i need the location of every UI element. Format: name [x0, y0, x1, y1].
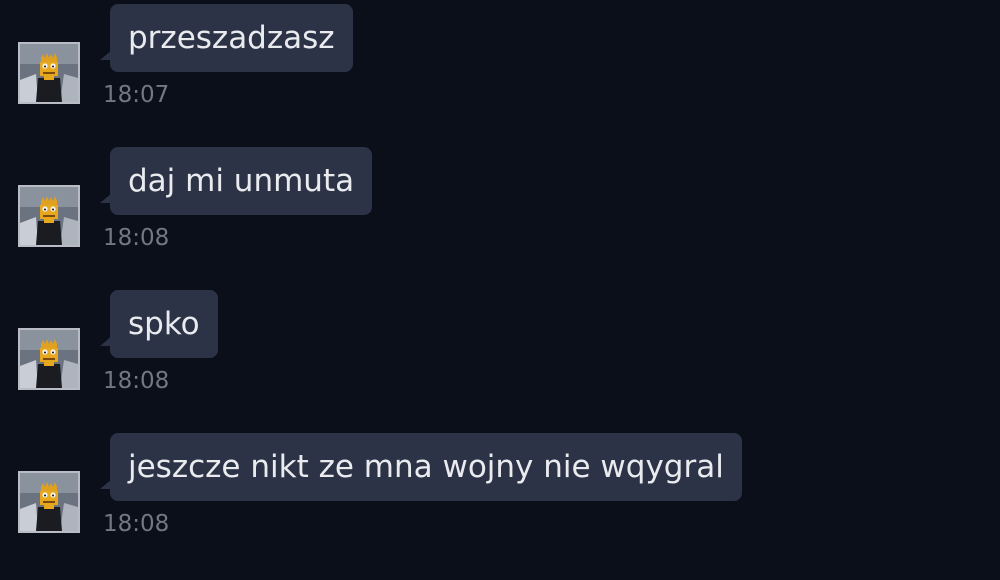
message-row: przeszadzasz 18:07	[0, 4, 1000, 114]
message-timestamp: 18:07	[103, 82, 170, 108]
message-bubble[interactable]: przeszadzasz	[110, 4, 353, 72]
message-bubble[interactable]: daj mi unmuta	[110, 147, 373, 215]
message-timestamp: 18:08	[103, 368, 170, 394]
bart-avatar-icon	[20, 330, 78, 388]
message-row: spko 18:08	[0, 290, 1000, 400]
message-bubble[interactable]: spko	[110, 290, 218, 358]
sender-avatar-icon[interactable]	[18, 328, 80, 390]
bart-avatar-icon	[20, 187, 78, 245]
sender-avatar-icon[interactable]	[18, 185, 80, 247]
message-row: daj mi unmuta 18:08	[0, 147, 1000, 257]
message-timestamp: 18:08	[103, 511, 170, 537]
bart-avatar-icon	[20, 44, 78, 102]
chat-message-list[interactable]: przeszadzasz 18:07 daj mi unmuta 18:08 s…	[0, 0, 1000, 580]
sender-avatar-icon[interactable]	[18, 471, 80, 533]
bart-avatar-icon	[20, 473, 78, 531]
sender-avatar-icon[interactable]	[18, 42, 80, 104]
message-timestamp: 18:08	[103, 225, 170, 251]
message-bubble[interactable]: jeszcze nikt ze mna wojny nie wqygral	[110, 433, 742, 501]
message-row: jeszcze nikt ze mna wojny nie wqygral 18…	[0, 433, 1000, 543]
